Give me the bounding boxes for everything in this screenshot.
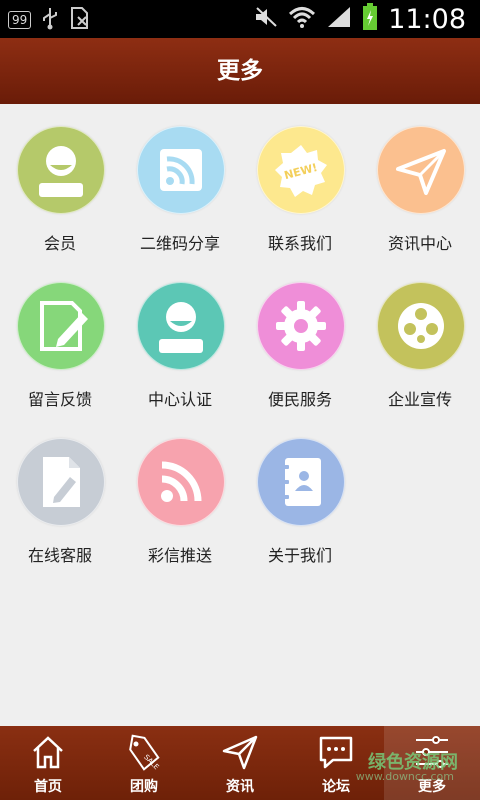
nav-label: 首页 <box>34 779 62 795</box>
grid-item-label: 中心认证 <box>147 390 212 409</box>
sim-card-icon <box>69 6 91 34</box>
grid-item-label: 彩信推送 <box>147 546 212 565</box>
page-title: 更多 <box>217 58 263 84</box>
grid-item-feedback[interactable]: 留言反馈 <box>0 260 120 416</box>
film-reel-icon <box>377 282 465 370</box>
status-bar-left: 99 <box>8 6 91 34</box>
rss-icon <box>137 126 225 214</box>
grid-item-mms-push[interactable]: 彩信推送 <box>120 416 240 572</box>
signal-icon <box>326 5 352 33</box>
nav-label: 资讯 <box>226 779 254 795</box>
sale-tag-icon: SALE <box>129 734 160 771</box>
grid-item-label: 在线客服 <box>27 546 92 565</box>
user-icon <box>137 282 225 370</box>
grid-item-label: 资讯中心 <box>387 234 452 253</box>
grid-item-promotion[interactable]: 企业宣传 <box>360 260 480 416</box>
document-edit-icon <box>17 438 105 526</box>
paper-plane-icon <box>377 126 465 214</box>
status-time: 11:08 <box>388 3 466 35</box>
new-badge-icon: NEW! <box>257 126 345 214</box>
status-bar: 99 11:08 <box>0 0 480 38</box>
edit-icon <box>17 282 105 370</box>
title-bar: 更多 <box>0 38 480 104</box>
watermark-url: www.downcc.com <box>355 770 454 783</box>
paper-plane-icon <box>222 735 258 770</box>
chat-bubble-icon <box>319 736 353 769</box>
member-icon <box>17 126 105 214</box>
mute-icon <box>254 6 278 32</box>
home-icon <box>33 736 63 769</box>
nav-label: 团购 <box>130 779 158 795</box>
grid-item-label: 关于我们 <box>267 546 332 565</box>
nav-item-home[interactable]: 首页 <box>0 726 96 800</box>
nav-item-group-buy[interactable]: SALE 团购 <box>96 726 192 800</box>
grid-item-customer-service[interactable]: 在线客服 <box>0 416 120 572</box>
grid-item-member[interactable]: 会员 <box>0 104 120 260</box>
grid-item-label: 便民服务 <box>267 390 332 409</box>
grid-item-qr-share[interactable]: 二维码分享 <box>120 104 240 260</box>
grid-item-news-center[interactable]: 资讯中心 <box>360 104 480 260</box>
grid-item-contact[interactable]: NEW! 联系我们 <box>240 104 360 260</box>
notification-count: 99 <box>12 13 28 27</box>
address-book-icon <box>257 438 345 526</box>
grid-item-label: 联系我们 <box>267 234 332 253</box>
notification-count-icon: 99 <box>8 11 32 29</box>
grid-item-services[interactable]: 便民服务 <box>240 260 360 416</box>
grid-item-label: 会员 <box>43 234 76 253</box>
grid-item-certification[interactable]: 中心认证 <box>120 260 240 416</box>
battery-icon <box>362 3 378 35</box>
grid-item-label: 企业宣传 <box>387 390 452 409</box>
nav-item-news[interactable]: 资讯 <box>192 726 288 800</box>
gear-icon <box>257 282 345 370</box>
grid-item-label: 留言反馈 <box>27 390 92 409</box>
broadcast-icon <box>137 438 225 526</box>
grid-item-about-us[interactable]: 关于我们 <box>240 416 360 572</box>
wifi-icon <box>288 5 316 33</box>
grid-item-label: 二维码分享 <box>139 234 220 253</box>
usb-icon <box>41 6 59 34</box>
status-bar-right: 11:08 <box>254 0 466 38</box>
